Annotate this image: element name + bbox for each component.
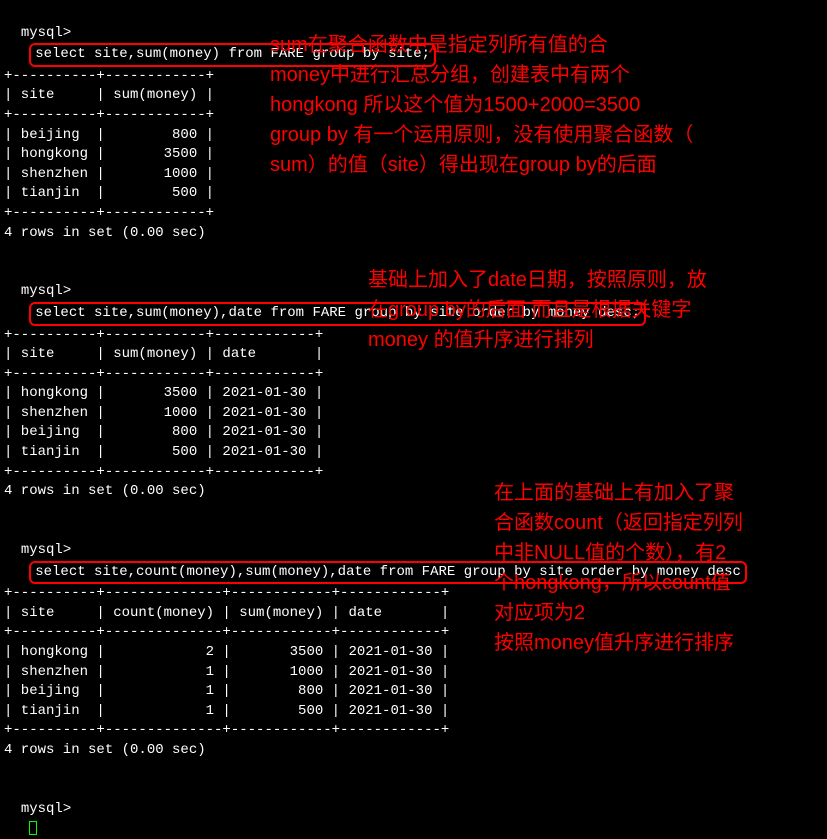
cursor-icon[interactable] bbox=[29, 821, 37, 835]
annotation-line: money 的值升序进行排列 bbox=[368, 325, 818, 355]
table2-row: | shenzhen | 1000 | 2021-01-30 | bbox=[4, 404, 823, 424]
table3-row: | beijing | 1 | 800 | 2021-01-30 | bbox=[4, 682, 823, 702]
mysql-prompt: mysql> bbox=[21, 25, 71, 41]
annotation-line: group by 有一个运用原则，没有使用聚合函数（ bbox=[270, 120, 810, 150]
mysql-prompt: mysql> bbox=[21, 283, 71, 299]
annotation-line: 在group by的后面 而且是根据关键字 bbox=[368, 295, 818, 325]
annotation-line: 中非NULL值的个数），有2 bbox=[494, 538, 824, 568]
table2-row: | beijing | 800 | 2021-01-30 | bbox=[4, 423, 823, 443]
table1-row: | tianjin | 500 | bbox=[4, 184, 823, 204]
annotation-line: 合函数count（返回指定列列 bbox=[494, 508, 824, 538]
status-3: 4 rows in set (0.00 sec) bbox=[4, 741, 823, 761]
mysql-prompt: mysql> bbox=[21, 542, 71, 558]
annotation-line: 个hongkong，所以count值 bbox=[494, 568, 824, 598]
annotation-line: money中进行汇总分组，创建表中有两个 bbox=[270, 60, 810, 90]
status-1: 4 rows in set (0.00 sec) bbox=[4, 224, 823, 244]
annotation-3: 在上面的基础上有加入了聚 合函数count（返回指定列列 中非NULL值的个数）… bbox=[494, 478, 824, 658]
table3-row: | shenzhen | 1 | 1000 | 2021-01-30 | bbox=[4, 663, 823, 683]
table1-sep-bot: +----------+------------+ bbox=[4, 204, 823, 224]
annotation-line: hongkong 所以这个值为1500+2000=3500 bbox=[270, 90, 810, 120]
table2-row: | tianjin | 500 | 2021-01-30 | bbox=[4, 443, 823, 463]
annotation-line: sum在聚合函数中是指定列所有值的合 bbox=[270, 30, 810, 60]
annotation-line: 对应项为2 bbox=[494, 598, 824, 628]
annotation-1: sum在聚合函数中是指定列所有值的合 money中进行汇总分组，创建表中有两个 … bbox=[270, 30, 810, 180]
annotation-line: 基础上加入了date日期，按照原则，放 bbox=[368, 265, 818, 295]
table2-row: | hongkong | 3500 | 2021-01-30 | bbox=[4, 384, 823, 404]
annotation-line: 按照money值升序进行排序 bbox=[494, 628, 824, 658]
table2-sep-mid: +----------+------------+------------+ bbox=[4, 365, 823, 385]
table3-row: | tianjin | 1 | 500 | 2021-01-30 | bbox=[4, 702, 823, 722]
annotation-line: 在上面的基础上有加入了聚 bbox=[494, 478, 824, 508]
annotation-2: 基础上加入了date日期，按照原则，放 在group by的后面 而且是根据关键… bbox=[368, 265, 818, 355]
annotation-line: sum）的值（site）得出现在group by的后面 bbox=[270, 150, 810, 180]
mysql-prompt[interactable]: mysql> bbox=[21, 801, 71, 817]
table3-sep-bot: +----------+--------------+------------+… bbox=[4, 721, 823, 741]
